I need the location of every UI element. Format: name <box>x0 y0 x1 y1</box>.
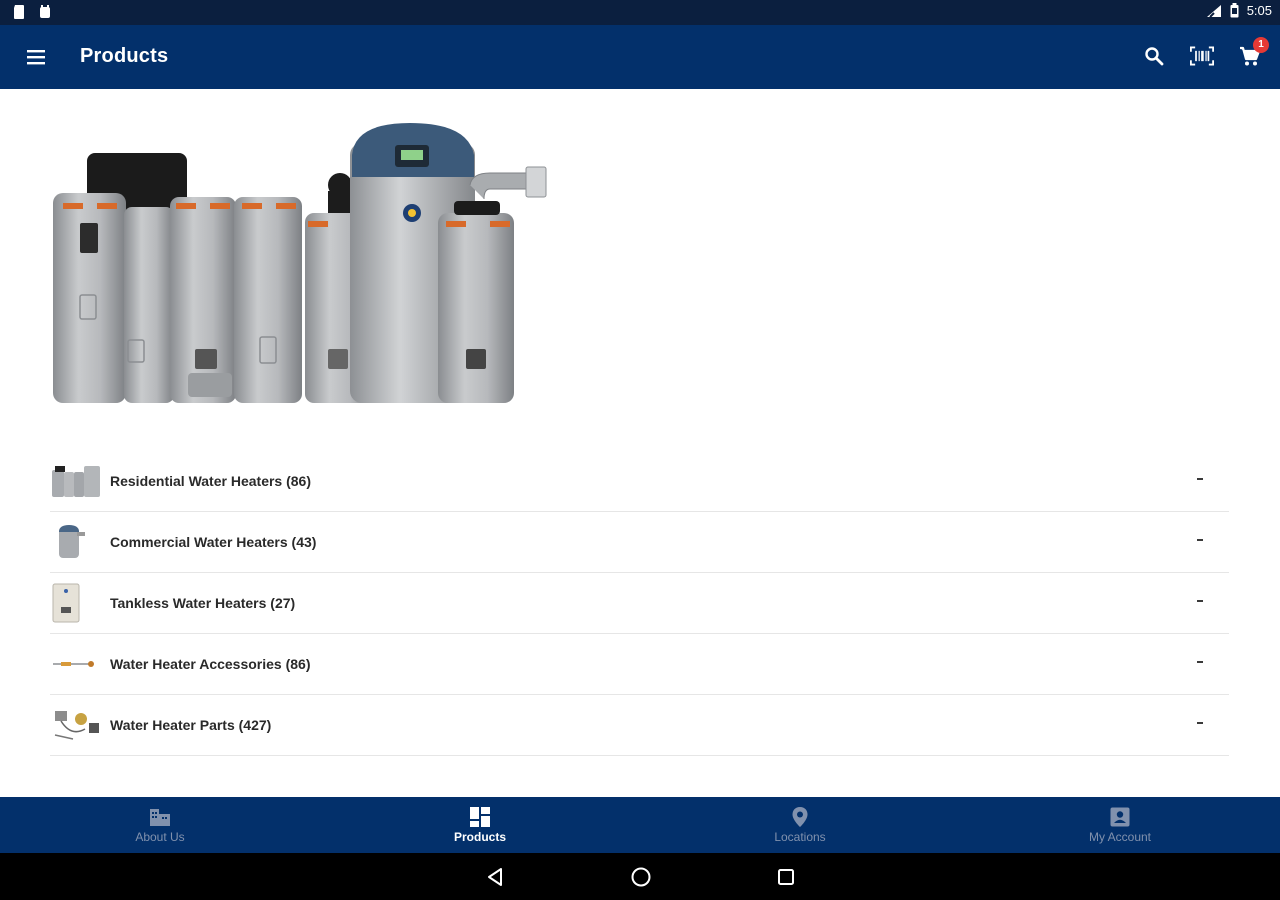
page-title: Products <box>80 45 169 67</box>
android-icon <box>40 5 50 18</box>
dash-icon <box>1197 600 1203 602</box>
dash-icon <box>1197 722 1203 724</box>
search-icon <box>1145 47 1164 66</box>
back-button[interactable] <box>485 866 507 888</box>
category-item-residential[interactable]: Residential Water Heaters (86) <box>50 451 1229 512</box>
system-navigation-bar <box>0 853 1280 900</box>
dash-icon <box>1197 478 1203 480</box>
dash-icon <box>1197 661 1203 663</box>
dash-icon <box>1197 539 1203 541</box>
nav-label: My Account <box>1088 830 1152 844</box>
nav-locations[interactable]: Locations <box>640 797 960 853</box>
nav-my-account[interactable]: My Account <box>960 797 1280 853</box>
nav-about-us[interactable]: About Us <box>0 797 320 853</box>
menu-icon <box>27 50 45 65</box>
nav-label: Locations <box>774 830 826 844</box>
location-pin-icon <box>789 806 811 828</box>
category-item-commercial[interactable]: Commercial Water Heaters (43) <box>50 512 1229 573</box>
parts-thumb <box>51 705 103 745</box>
grid-icon <box>469 806 491 828</box>
menu-button[interactable] <box>24 45 48 69</box>
signal-icon <box>1206 4 1221 18</box>
nav-products[interactable]: Products <box>320 797 640 853</box>
category-label: Tankless Water Heaters (27) <box>110 595 296 611</box>
category-item-parts[interactable]: Water Heater Parts (427) <box>50 695 1229 756</box>
category-label: Residential Water Heaters (86) <box>110 473 311 489</box>
category-list: Residential Water Heaters (86) Commercia… <box>50 451 1229 756</box>
building-icon <box>149 806 171 828</box>
category-label: Water Heater Accessories (86) <box>110 656 311 672</box>
category-item-tankless[interactable]: Tankless Water Heaters (27) <box>50 573 1229 634</box>
category-label: Water Heater Parts (427) <box>110 717 272 733</box>
residential-heaters-thumb <box>51 461 103 501</box>
category-item-accessories[interactable]: Water Heater Accessories (86) <box>50 634 1229 695</box>
app-bar: Products 1 <box>0 25 1280 89</box>
home-button[interactable] <box>630 866 652 888</box>
account-icon <box>1109 806 1131 828</box>
accessories-thumb <box>51 644 103 684</box>
barcode-scan-icon <box>1190 46 1214 66</box>
home-circle-icon <box>631 867 650 886</box>
bottom-navigation: About Us Products Locations My Account <box>0 797 1280 853</box>
tankless-heater-thumb <box>51 583 103 623</box>
water-heaters-hero-image <box>53 123 547 403</box>
status-bar: 5:05 <box>0 0 1280 25</box>
commercial-heater-thumb <box>51 522 103 562</box>
cart-count-badge: 1 <box>1253 37 1269 53</box>
nav-label: About Us <box>135 830 185 844</box>
nav-label: Products <box>453 830 506 844</box>
recents-button[interactable] <box>775 866 797 888</box>
search-button[interactable] <box>1142 41 1166 71</box>
category-label: Commercial Water Heaters (43) <box>110 534 317 550</box>
battery-icon <box>1230 3 1239 18</box>
status-time: 5:05 <box>1246 3 1272 18</box>
cart-button[interactable]: 1 <box>1238 37 1269 71</box>
back-triangle-icon <box>487 867 502 886</box>
recents-square-icon <box>777 868 794 885</box>
sd-card-icon <box>14 5 24 19</box>
barcode-scan-button[interactable] <box>1190 41 1214 71</box>
